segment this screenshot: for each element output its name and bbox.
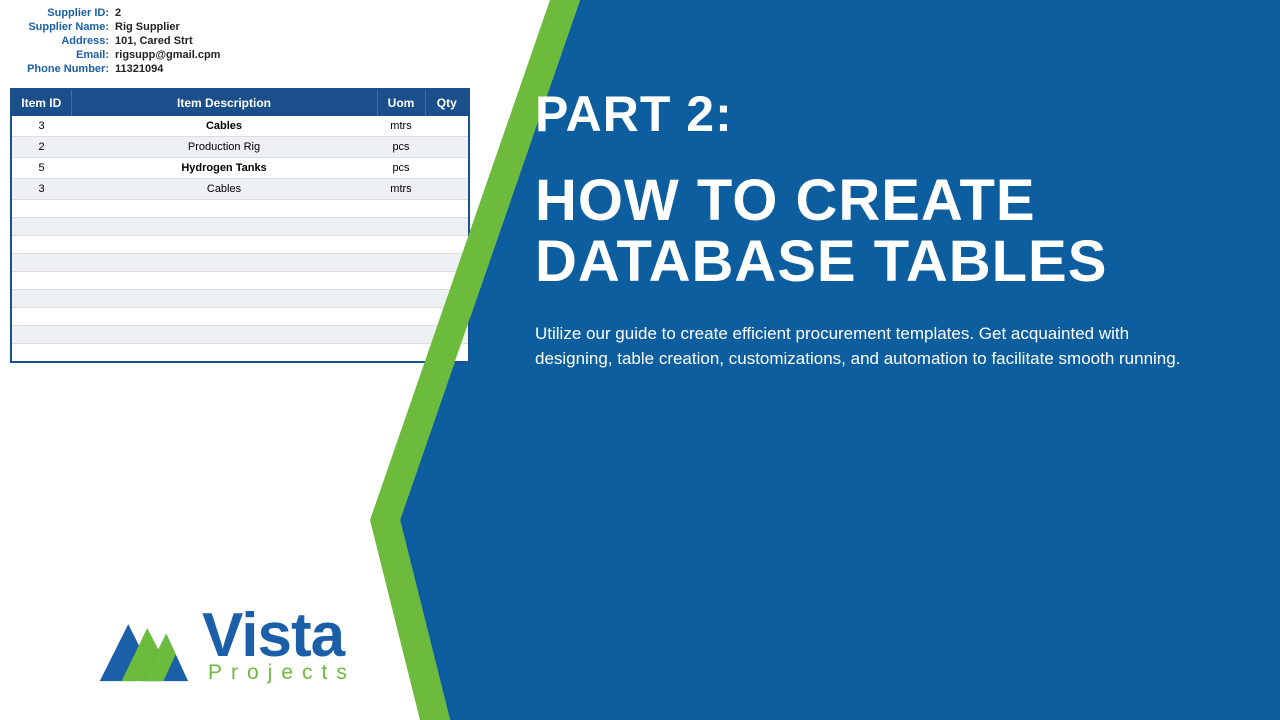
supplier-id-value: 2 <box>115 7 121 19</box>
title-content: PART 2: HOW TO CREATE DATABASE TABLES Ut… <box>535 85 1235 372</box>
table-row <box>11 236 469 254</box>
spreadsheet-preview: Supplier ID:2 Supplier Name:Rig Supplier… <box>10 0 470 363</box>
page-title: HOW TO CREATE DATABASE TABLES <box>535 171 1235 293</box>
logo-subtitle: Projects <box>208 664 356 682</box>
phone-label: Phone Number: <box>10 63 115 75</box>
table-row: 3Cablesmtrs <box>11 116 469 137</box>
logo-name: Vista <box>202 610 356 663</box>
col-uom: Uom <box>377 89 425 116</box>
table-row: 2Production Rigpcs <box>11 137 469 158</box>
table-row: 5Hydrogen Tankspcs <box>11 158 469 179</box>
logo-mark-icon <box>95 607 190 685</box>
col-item-id: Item ID <box>11 89 71 116</box>
table-row <box>11 326 469 344</box>
supplier-name-value: Rig Supplier <box>115 21 180 33</box>
table-row <box>11 344 469 362</box>
supplier-name-label: Supplier Name: <box>10 21 115 33</box>
table-row <box>11 200 469 218</box>
table-row <box>11 254 469 272</box>
table-row <box>11 272 469 290</box>
table-row <box>11 290 469 308</box>
col-qty: Qty <box>425 89 469 116</box>
table-row <box>11 218 469 236</box>
table-row <box>11 308 469 326</box>
logo-text: Vista Projects <box>202 610 356 683</box>
email-label: Email: <box>10 49 115 61</box>
address-value: 101, Cared Strt <box>115 35 193 47</box>
supplier-id-label: Supplier ID: <box>10 7 115 19</box>
col-item-desc: Item Description <box>71 89 377 116</box>
table-row: 3Cablesmtrs <box>11 179 469 200</box>
supplier-info-block: Supplier ID:2 Supplier Name:Rig Supplier… <box>10 0 470 88</box>
part-label: PART 2: <box>535 85 1235 143</box>
vista-projects-logo: Vista Projects <box>95 607 356 685</box>
phone-value: 11321094 <box>115 63 163 75</box>
items-table: Item ID Item Description Uom Qty 3Cables… <box>10 88 470 363</box>
description-text: Utilize our guide to create efficient pr… <box>535 321 1205 372</box>
address-label: Address: <box>10 35 115 47</box>
email-value: rigsupp@gmail.cpm <box>115 49 220 61</box>
